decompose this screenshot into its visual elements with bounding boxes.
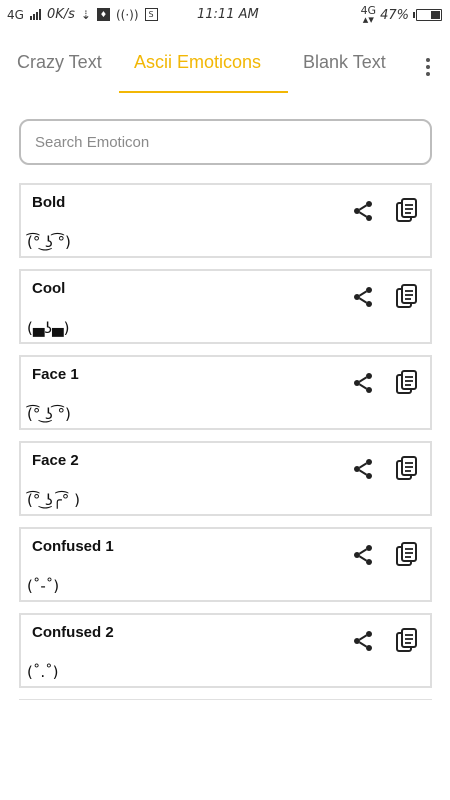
- share-icon[interactable]: [351, 629, 375, 653]
- share-icon[interactable]: [351, 543, 375, 567]
- emoticon-name: Bold: [32, 194, 66, 211]
- emoticon-text: (͡° ͜ʖ ͡°): [27, 233, 71, 251]
- data-speed: 0K/s: [46, 7, 75, 22]
- copy-icon[interactable]: [395, 370, 419, 396]
- emoticon-name: Confused 2: [32, 624, 114, 641]
- hotspot-icon: ((·)): [115, 7, 139, 22]
- share-icon[interactable]: [351, 371, 375, 395]
- share-icon[interactable]: [351, 457, 375, 481]
- emoticon-card[interactable]: Bold (͡° ͜ʖ ͡°): [19, 183, 432, 258]
- emoticon-card[interactable]: Confused 2 (˚.˚): [19, 613, 432, 688]
- usb-icon: ⇣: [80, 7, 91, 22]
- active-tab-indicator: [119, 91, 288, 93]
- emoticon-text: (͡° ͜ʖ╭͡° ): [27, 491, 80, 509]
- copy-icon[interactable]: [395, 284, 419, 310]
- tab-crazy-text[interactable]: Crazy Text: [17, 52, 102, 73]
- emoticon-text: (▄ʖ▄): [27, 319, 70, 337]
- status-right: 4G ▴▾ 47%: [360, 4, 442, 26]
- status-left: 4G 0K/s ⇣ ♦ ((·)) S: [7, 7, 158, 22]
- copy-icon[interactable]: [395, 542, 419, 568]
- clock: 11:11 AM: [197, 7, 259, 22]
- more-vertical-icon[interactable]: [420, 56, 436, 80]
- notification-icon: ♦: [96, 8, 110, 21]
- status-bar: 4G 0K/s ⇣ ♦ ((·)) S 11:11 AM 4G ▴▾ 47%: [0, 0, 450, 30]
- emoticon-name: Cool: [32, 280, 66, 297]
- battery-icon: [413, 9, 442, 21]
- list-divider: [19, 699, 432, 700]
- emoticon-name: Face 2: [32, 452, 79, 469]
- emoticon-list: Bold (͡° ͜ʖ ͡°) Cool (▄ʖ▄) Face 1 (͡° ͜ʖ ͡°) F…: [19, 183, 432, 699]
- signal-icon: [29, 9, 41, 20]
- emoticon-card[interactable]: Face 2 (͡° ͜ʖ╭͡° ): [19, 441, 432, 516]
- emoticon-card[interactable]: Cool (▄ʖ▄): [19, 269, 432, 344]
- copy-icon[interactable]: [395, 198, 419, 224]
- emoticon-card[interactable]: Face 1 (͡° ͜ʖ ͡°): [19, 355, 432, 430]
- tab-bar: Crazy Text Ascii Emoticons Blank Text: [0, 40, 450, 94]
- network-type-right: 4G ▴▾: [360, 4, 377, 26]
- emoticon-card[interactable]: Confused 1 (˚-˚): [19, 527, 432, 602]
- search-input[interactable]: [19, 119, 432, 165]
- network-type: 4G: [7, 7, 24, 22]
- screenshot-icon: S: [144, 8, 158, 21]
- emoticon-text: (˚.˚): [27, 663, 59, 681]
- share-icon[interactable]: [351, 199, 375, 223]
- copy-icon[interactable]: [395, 628, 419, 654]
- share-icon[interactable]: [351, 285, 375, 309]
- emoticon-text: (˚-˚): [27, 577, 60, 595]
- emoticon-name: Face 1: [32, 366, 79, 383]
- emoticon-text: (͡° ͜ʖ ͡°): [27, 405, 71, 423]
- tab-blank-text[interactable]: Blank Text: [303, 52, 386, 73]
- tab-ascii-emoticons[interactable]: Ascii Emoticons: [134, 52, 261, 73]
- battery-percent: 47%: [380, 7, 409, 23]
- emoticon-name: Confused 1: [32, 538, 114, 555]
- copy-icon[interactable]: [395, 456, 419, 482]
